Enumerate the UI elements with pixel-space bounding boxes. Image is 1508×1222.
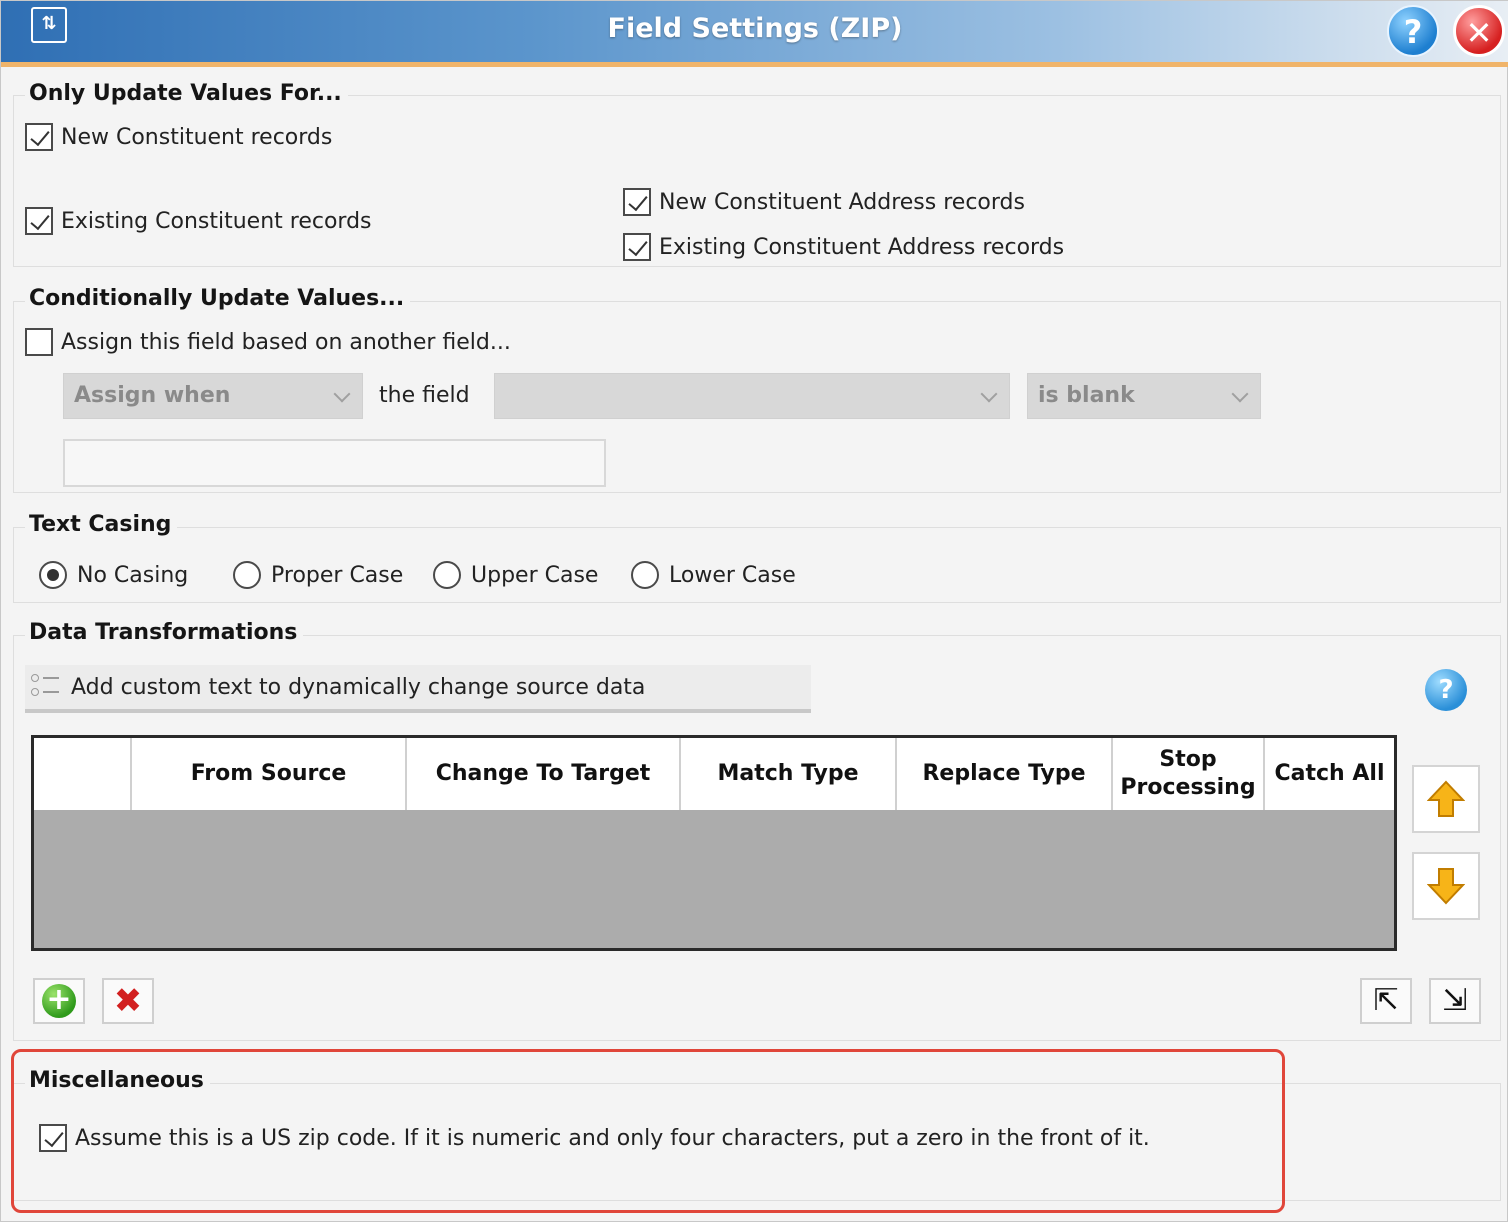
column-header-stop-processing[interactable]: Stop Processing xyxy=(1113,738,1265,810)
column-header-selector[interactable] xyxy=(34,738,132,810)
condition-value: is blank xyxy=(1038,383,1135,408)
column-header-catch-all[interactable]: Catch All xyxy=(1265,738,1394,810)
checkbox-box[interactable] xyxy=(25,207,53,235)
window-title: Field Settings (ZIP) xyxy=(607,13,903,44)
radio-label: Proper Case xyxy=(271,562,404,588)
text-casing-legend: Text Casing xyxy=(25,512,178,537)
the-field-label: the field xyxy=(379,383,470,408)
checkbox-box[interactable] xyxy=(25,328,53,356)
chevron-down-icon xyxy=(1231,385,1249,403)
existing-constituent-checkbox[interactable]: Existing Constituent records xyxy=(25,207,372,235)
checkbox-label: Existing Constituent records xyxy=(61,208,372,234)
new-address-checkbox[interactable]: New Constituent Address records xyxy=(623,188,1025,216)
add-row-button[interactable]: + xyxy=(33,978,85,1024)
radio-label: Lower Case xyxy=(669,562,796,588)
export-button[interactable]: ⇱ xyxy=(1360,978,1412,1024)
checkbox-label: Existing Constituent Address records xyxy=(659,234,1065,260)
add-custom-text-button[interactable]: Add custom text to dynamically change so… xyxy=(25,665,811,713)
proper-case-radio[interactable]: Proper Case xyxy=(233,561,403,589)
conditional-legend: Conditionally Update Values... xyxy=(25,286,411,311)
checkbox-box[interactable] xyxy=(25,123,53,151)
plus-icon: + xyxy=(42,984,76,1018)
field-dropdown[interactable] xyxy=(494,373,1010,419)
radio-label: No Casing xyxy=(77,562,189,588)
arrow-up-icon xyxy=(1427,780,1465,817)
chevron-down-icon xyxy=(980,385,998,403)
assign-based-checkbox[interactable]: Assign this field based on another field… xyxy=(25,328,511,356)
existing-address-checkbox[interactable]: Existing Constituent Address records xyxy=(623,233,1064,261)
import-button[interactable]: ⇲ xyxy=(1429,978,1481,1024)
field-settings-window: ⇅ Field Settings (ZIP) ? ✕ Only Update V… xyxy=(0,0,1508,1222)
highlight-box xyxy=(11,1049,1285,1213)
radio-dot[interactable] xyxy=(631,561,659,589)
condition-dropdown[interactable]: is blank xyxy=(1027,373,1261,419)
condition-value-input[interactable] xyxy=(63,439,606,487)
close-button[interactable]: ✕ xyxy=(1453,5,1505,57)
column-header-from-source[interactable]: From Source xyxy=(132,738,407,810)
move-down-button[interactable] xyxy=(1412,852,1480,920)
grid-header: From Source Change To Target Match Type … xyxy=(34,738,1394,810)
delete-row-button[interactable]: ✖ xyxy=(102,978,154,1024)
list-icon xyxy=(31,672,61,702)
only-update-legend: Only Update Values For... xyxy=(25,81,348,106)
title-bar[interactable]: ⇅ Field Settings (ZIP) ? ✕ xyxy=(1,1,1508,67)
transformations-grid[interactable]: From Source Change To Target Match Type … xyxy=(31,735,1397,951)
checkbox-label: Assign this field based on another field… xyxy=(61,329,511,355)
lower-case-radio[interactable]: Lower Case xyxy=(631,561,796,589)
move-up-button[interactable] xyxy=(1412,765,1480,833)
transformations-help-icon[interactable]: ? xyxy=(1425,669,1467,711)
export-icon: ⇱ xyxy=(1373,983,1399,1018)
column-header-replace-type[interactable]: Replace Type xyxy=(897,738,1113,810)
radio-dot[interactable] xyxy=(433,561,461,589)
data-transformations-legend: Data Transformations xyxy=(25,620,304,645)
radio-label: Upper Case xyxy=(471,562,599,588)
import-icon: ⇲ xyxy=(1442,983,1468,1018)
new-constituent-checkbox[interactable]: New Constituent records xyxy=(25,123,332,151)
add-custom-text-label: Add custom text to dynamically change so… xyxy=(71,674,646,700)
chevron-down-icon xyxy=(333,385,351,403)
assign-when-value: Assign when xyxy=(74,383,231,408)
assign-when-dropdown[interactable]: Assign when xyxy=(63,373,363,419)
arrow-down-icon xyxy=(1427,868,1465,905)
checkbox-box[interactable] xyxy=(623,188,651,216)
help-button[interactable]: ? xyxy=(1387,5,1439,57)
checkbox-label: New Constituent records xyxy=(61,124,333,150)
checkbox-label: New Constituent Address records xyxy=(659,189,1025,215)
no-casing-radio[interactable]: No Casing xyxy=(39,561,188,589)
radio-dot[interactable] xyxy=(39,561,67,589)
checkbox-box[interactable] xyxy=(623,233,651,261)
column-header-change-to-target[interactable]: Change To Target xyxy=(407,738,681,810)
upper-case-radio[interactable]: Upper Case xyxy=(433,561,598,589)
column-header-match-type[interactable]: Match Type xyxy=(681,738,897,810)
radio-dot[interactable] xyxy=(233,561,261,589)
delete-icon: ✖ xyxy=(113,981,143,1021)
